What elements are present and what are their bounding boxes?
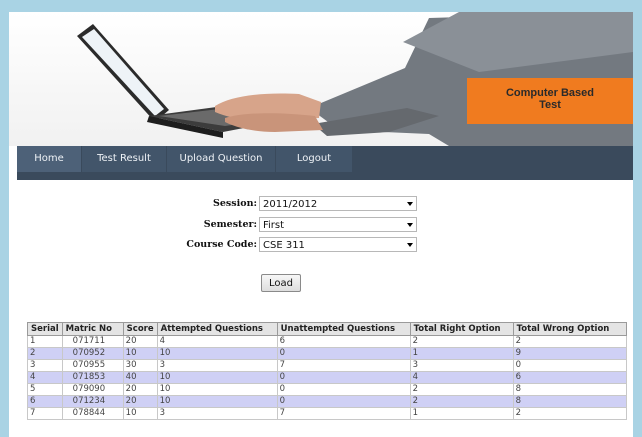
cell-total-right: 2 [409,335,514,348]
cell-total-wrong: 9 [512,347,627,360]
chevron-down-icon [407,202,413,206]
cell-score: 30 [122,359,158,372]
course-code-select[interactable]: CSE 311 [259,237,417,252]
brand-title: Computer Based [505,87,595,99]
cell-attempted: 10 [156,383,278,396]
course-code-value: CSE 311 [263,240,305,251]
cell-total-right: 3 [409,359,514,372]
table-row: 4 071853 40 10 0 4 6 [27,371,627,384]
table-row: 7 078844 10 3 7 1 2 [27,407,627,420]
main-nav: Home Test Result Upload Question Logout [17,146,633,180]
cell-matric-no: 078844 [61,407,124,420]
cell-matric-no: 071711 [61,335,124,348]
col-total-right: Total Right Option [409,322,514,336]
cell-matric-no: 071853 [61,371,124,384]
load-button[interactable]: Load [261,274,301,292]
cell-score: 40 [122,371,158,384]
table-row: 1 071711 20 4 6 2 2 [27,335,627,348]
cell-total-wrong: 0 [512,359,627,372]
brand-subtitle: Test [539,99,561,111]
cell-unattempted: 7 [276,407,411,420]
cell-matric-no: 070952 [61,347,124,360]
semester-value: First [263,220,285,231]
results-table: Serial Matric No Score Attempted Questio… [27,322,627,420]
cell-total-wrong: 2 [512,335,627,348]
session-value: 2011/2012 [263,199,318,210]
cell-total-wrong: 6 [512,371,627,384]
table-row: 5 079090 20 10 0 2 8 [27,383,627,396]
cell-attempted: 3 [156,407,278,420]
semester-row: Semester: First [9,217,633,235]
session-select[interactable]: 2011/2012 [259,196,417,211]
chevron-down-icon [407,243,413,247]
col-unattempted: Unattempted Questions [276,322,411,336]
cell-score: 10 [122,407,158,420]
cell-serial: 3 [27,359,63,372]
course-code-row: Course Code: CSE 311 [9,237,633,255]
cell-serial: 2 [27,347,63,360]
table-row: 3 070955 30 3 7 3 0 [27,359,627,372]
brand-badge: Computer Based Test [467,78,633,124]
cell-unattempted: 0 [276,395,411,408]
col-score: Score [122,322,158,336]
cell-unattempted: 7 [276,359,411,372]
cell-matric-no: 070955 [61,359,124,372]
course-code-label: Course Code: [186,239,257,250]
table-header-row: Serial Matric No Score Attempted Questio… [27,322,627,336]
cell-serial: 6 [27,395,63,408]
cell-serial: 1 [27,335,63,348]
cell-score: 10 [122,347,158,360]
cell-attempted: 3 [156,359,278,372]
cell-unattempted: 0 [276,383,411,396]
col-matric-no: Matric No [61,322,124,336]
session-label: Session: [213,198,257,209]
chevron-down-icon [407,223,413,227]
cell-serial: 7 [27,407,63,420]
cell-unattempted: 6 [276,335,411,348]
cell-serial: 4 [27,371,63,384]
col-attempted: Attempted Questions [156,322,278,336]
cell-total-wrong: 8 [512,383,627,396]
cell-attempted: 4 [156,335,278,348]
semester-select[interactable]: First [259,217,417,232]
header-banner: Computer Based Test [9,12,633,146]
cell-total-wrong: 2 [512,407,627,420]
cell-total-right: 2 [409,383,514,396]
cell-total-right: 1 [409,407,514,420]
cell-score: 20 [122,395,158,408]
cell-total-right: 1 [409,347,514,360]
cell-score: 20 [122,335,158,348]
cell-attempted: 10 [156,395,278,408]
cell-total-wrong: 8 [512,395,627,408]
cell-total-right: 2 [409,395,514,408]
cell-score: 20 [122,383,158,396]
nav-home[interactable]: Home [17,146,81,172]
session-row: Session: 2011/2012 [9,196,633,214]
cell-unattempted: 0 [276,371,411,384]
col-serial: Serial [27,322,63,336]
cell-attempted: 10 [156,347,278,360]
nav-upload-question[interactable]: Upload Question [167,146,275,172]
cell-matric-no: 079090 [61,383,124,396]
cell-attempted: 10 [156,371,278,384]
nav-test-result[interactable]: Test Result [82,146,166,172]
table-row: 6 071234 20 10 0 2 8 [27,395,627,408]
cell-matric-no: 071234 [61,395,124,408]
cell-total-right: 4 [409,371,514,384]
cell-serial: 5 [27,383,63,396]
nav-logout[interactable]: Logout [276,146,352,172]
semester-label: Semester: [203,219,257,230]
col-total-wrong: Total Wrong Option [512,322,627,336]
cell-unattempted: 0 [276,347,411,360]
page-frame: Computer Based Test Home Test Result Upl… [9,12,633,437]
table-row: 2 070952 10 10 0 1 9 [27,347,627,360]
